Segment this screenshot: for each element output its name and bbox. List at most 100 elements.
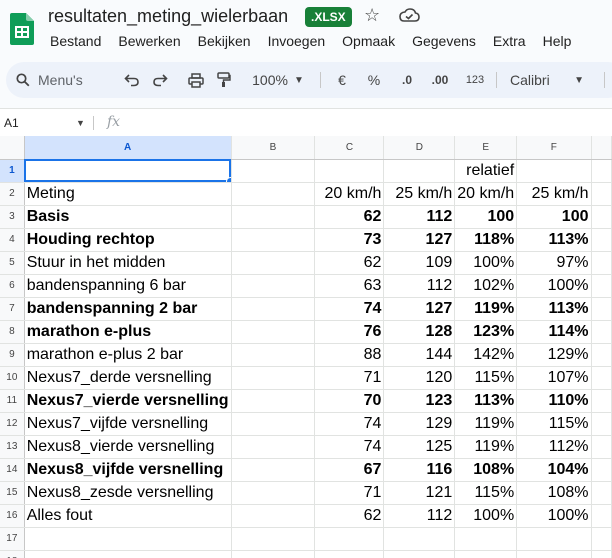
- cell-d2[interactable]: 25 km/h: [383, 182, 456, 206]
- zoom-select[interactable]: 100% ▼: [250, 62, 306, 98]
- cell-c4[interactable]: 73: [314, 228, 385, 252]
- cell-b12[interactable]: [231, 412, 316, 436]
- cell-c7[interactable]: 74: [314, 297, 385, 321]
- cell-e18[interactable]: [454, 550, 518, 558]
- row-header[interactable]: 9: [0, 343, 25, 367]
- cell-e13[interactable]: 119%: [454, 435, 518, 459]
- row-header[interactable]: 17: [0, 527, 25, 551]
- cell-e1[interactable]: relatief: [454, 159, 518, 183]
- cell-b6[interactable]: [231, 274, 316, 298]
- cell-d7[interactable]: 127: [383, 297, 456, 321]
- cell-a10[interactable]: Nexus7_derde versnelling: [24, 366, 232, 390]
- cell-f12[interactable]: 115%: [516, 412, 592, 436]
- cell-g8[interactable]: [591, 320, 612, 344]
- cell-a11[interactable]: Nexus7_vierde versnelling: [24, 389, 232, 413]
- search-menus-box[interactable]: Menu's: [16, 62, 108, 98]
- number-format-button[interactable]: 123: [462, 62, 488, 98]
- cell-c10[interactable]: 71: [314, 366, 385, 390]
- menu-bewerken[interactable]: Bewerken: [118, 33, 180, 51]
- cell-d4[interactable]: 127: [383, 228, 456, 252]
- fill-handle[interactable]: [225, 176, 231, 181]
- cell-c8[interactable]: 76: [314, 320, 385, 344]
- cell-b3[interactable]: [231, 205, 316, 229]
- chevron-down-icon[interactable]: ▼: [76, 118, 85, 128]
- column-header-b[interactable]: B: [231, 136, 316, 160]
- cell-f17[interactable]: [516, 527, 592, 551]
- cell-c18[interactable]: [314, 550, 385, 558]
- row-header[interactable]: 16: [0, 504, 25, 528]
- cell-b7[interactable]: [231, 297, 316, 321]
- row-header[interactable]: 4: [0, 228, 25, 252]
- cell-b8[interactable]: [231, 320, 316, 344]
- cell-f9[interactable]: 129%: [516, 343, 592, 367]
- row-header[interactable]: 11: [0, 389, 25, 413]
- cell-b18[interactable]: [231, 550, 316, 558]
- cloud-status-icon[interactable]: [398, 6, 420, 24]
- cell-g13[interactable]: [591, 435, 612, 459]
- cell-c5[interactable]: 62: [314, 251, 385, 275]
- menu-bekijken[interactable]: Bekijken: [198, 33, 251, 51]
- cell-d16[interactable]: 112: [383, 504, 456, 528]
- cell-f7[interactable]: 113%: [516, 297, 592, 321]
- cell-c13[interactable]: 74: [314, 435, 385, 459]
- cell-f4[interactable]: 113%: [516, 228, 592, 252]
- cell-e15[interactable]: 115%: [454, 481, 518, 505]
- row-header[interactable]: 3: [0, 205, 25, 229]
- cell-d11[interactable]: 123: [383, 389, 456, 413]
- cell-c9[interactable]: 88: [314, 343, 385, 367]
- row-header[interactable]: 14: [0, 458, 25, 482]
- cell-e7[interactable]: 119%: [454, 297, 518, 321]
- cell-a4[interactable]: Houding rechtop: [24, 228, 232, 252]
- cell-a5[interactable]: Stuur in het midden: [24, 251, 232, 275]
- cell-f8[interactable]: 114%: [516, 320, 592, 344]
- cell-d1[interactable]: [383, 159, 456, 183]
- cell-g12[interactable]: [591, 412, 612, 436]
- cell-b11[interactable]: [231, 389, 316, 413]
- row-header[interactable]: 5: [0, 251, 25, 275]
- cell-a7[interactable]: bandenspanning 2 bar: [24, 297, 232, 321]
- cell-b17[interactable]: [231, 527, 316, 551]
- cell-e4[interactable]: 118%: [454, 228, 518, 252]
- row-header[interactable]: 8: [0, 320, 25, 344]
- cell-f13[interactable]: 112%: [516, 435, 592, 459]
- cell-f5[interactable]: 97%: [516, 251, 592, 275]
- row-header[interactable]: 7: [0, 297, 25, 321]
- cell-e5[interactable]: 100%: [454, 251, 518, 275]
- cell-a15[interactable]: Nexus8_zesde versnelling: [24, 481, 232, 505]
- menu-extra[interactable]: Extra: [493, 33, 526, 51]
- cell-e6[interactable]: 102%: [454, 274, 518, 298]
- cell-b1[interactable]: [231, 159, 316, 183]
- print-icon[interactable]: [184, 62, 208, 98]
- cell-a18[interactable]: [24, 550, 232, 558]
- cell-g17[interactable]: [591, 527, 612, 551]
- row-header[interactable]: 1: [0, 159, 25, 183]
- cell-f14[interactable]: 104%: [516, 458, 592, 482]
- cell-f3[interactable]: 100: [516, 205, 592, 229]
- cell-a3[interactable]: Basis: [24, 205, 232, 229]
- decrease-decimals-button[interactable]: .0: [395, 62, 419, 98]
- cell-f2[interactable]: 25 km/h: [516, 182, 592, 206]
- cell-g10[interactable]: [591, 366, 612, 390]
- cell-c15[interactable]: 71: [314, 481, 385, 505]
- cell-d6[interactable]: 112: [383, 274, 456, 298]
- cell-g18[interactable]: [591, 550, 612, 558]
- currency-format-button[interactable]: €: [332, 62, 352, 98]
- cell-d9[interactable]: 144: [383, 343, 456, 367]
- cell-f15[interactable]: 108%: [516, 481, 592, 505]
- column-header-g[interactable]: [591, 136, 612, 160]
- menu-invoegen[interactable]: Invoegen: [268, 33, 326, 51]
- cell-g15[interactable]: [591, 481, 612, 505]
- cell-f10[interactable]: 107%: [516, 366, 592, 390]
- cell-b14[interactable]: [231, 458, 316, 482]
- increase-decimals-button[interactable]: .00: [426, 62, 454, 98]
- menu-bestand[interactable]: Bestand: [50, 33, 101, 51]
- cell-e17[interactable]: [454, 527, 518, 551]
- cell-g6[interactable]: [591, 274, 612, 298]
- cell-d13[interactable]: 125: [383, 435, 456, 459]
- row-header[interactable]: 18: [0, 550, 25, 558]
- cell-d18[interactable]: [383, 550, 456, 558]
- cell-c3[interactable]: 62: [314, 205, 385, 229]
- cell-b9[interactable]: [231, 343, 316, 367]
- row-header[interactable]: 12: [0, 412, 25, 436]
- undo-icon[interactable]: [120, 62, 144, 98]
